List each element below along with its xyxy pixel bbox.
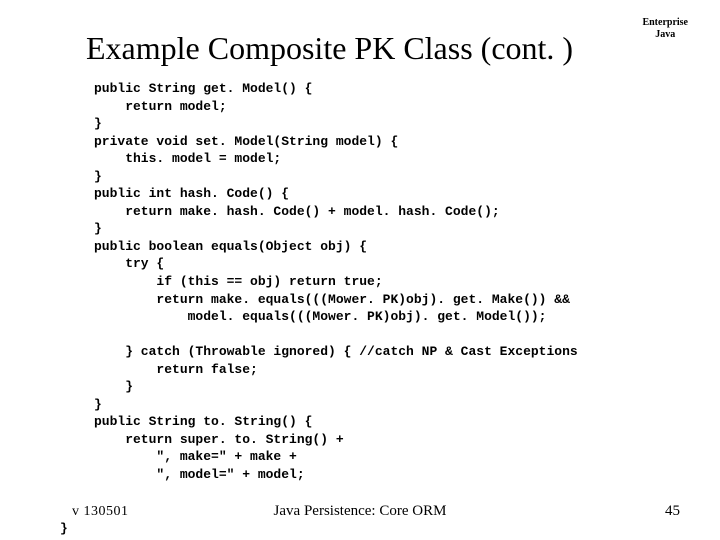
- badge-line1: Enterprise: [642, 18, 688, 29]
- slide: Enterprise Java Example Composite PK Cla…: [0, 0, 720, 540]
- slide-title: Example Composite PK Class (cont. ): [86, 30, 573, 66]
- closing-brace: }: [60, 521, 68, 536]
- code-block: public String get. Model() { return mode…: [94, 80, 578, 484]
- footer-page-number: 45: [665, 503, 680, 520]
- footer-title: Java Persistence: Core ORM: [0, 503, 720, 520]
- title-wrap: Example Composite PK Class (cont. ): [0, 30, 720, 67]
